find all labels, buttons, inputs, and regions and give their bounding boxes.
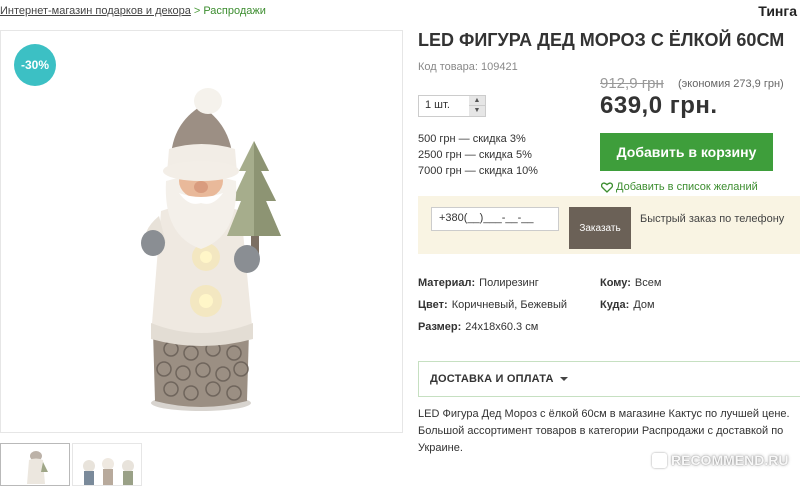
phone-input[interactable]: +380(__)___-__-__ [431, 207, 559, 231]
thumbnail-1[interactable] [0, 443, 70, 486]
sku-value: 109421 [480, 61, 518, 73]
saving-amount: (экономия 273,9 грн) [678, 78, 784, 90]
quick-order-panel: +380(__)___-__-__ Заказать Быстрый заказ… [418, 196, 800, 254]
property-label: Куда: [600, 299, 630, 311]
breadcrumb-category-link[interactable]: Распродажи [203, 5, 266, 17]
quick-order-button[interactable]: Заказать [569, 207, 631, 249]
quantity-decrease-button[interactable]: ▼ [469, 106, 485, 116]
product-image[interactable] [0, 30, 403, 433]
sku-label: Код товара: [418, 61, 478, 73]
discount-tier: 500 грн — скидка 3% [418, 133, 526, 145]
quantity-value[interactable]: 1 шт. [425, 99, 450, 111]
caret-down-icon [560, 377, 568, 381]
breadcrumb-separator: > [193, 5, 201, 17]
quantity-stepper[interactable]: 1 шт. ▲ ▼ [418, 95, 486, 117]
property-value: Полирезинг [479, 277, 539, 289]
product-sku: Код товара: 109421 [418, 61, 518, 73]
property-color: Цвет: Коричневый, Бежевый [418, 299, 567, 311]
discount-tier: 7000 грн — скидка 10% [418, 165, 538, 177]
discount-tier: 2500 грн — скидка 5% [418, 149, 532, 161]
old-price: 912,9 грн [600, 75, 664, 92]
property-recipient: Кому: Всем [600, 277, 661, 289]
add-to-wishlist-link[interactable]: Добавить в список желаний [601, 181, 758, 193]
watermark: RECOMMEND.RU [652, 452, 788, 468]
quantity-increase-button[interactable]: ▲ [469, 96, 485, 106]
santa-figure-illustration [141, 88, 281, 411]
current-price: 639,0 грн. [600, 92, 718, 119]
quantity-buttons: ▲ ▼ [469, 96, 485, 116]
property-label: Цвет: [418, 299, 448, 311]
property-value: Коричневый, Бежевый [451, 299, 567, 311]
property-label: Размер: [418, 321, 462, 333]
thumbnail-figures-image [83, 458, 134, 485]
add-to-cart-button[interactable]: Добавить в корзину [600, 133, 773, 171]
delivery-payment-tab[interactable]: ДОСТАВКА И ОПЛАТА [418, 361, 800, 397]
property-value: Дом [633, 299, 655, 311]
property-material: Материал: Полирезинг [418, 277, 539, 289]
property-value: 24x18x60.3 см [465, 321, 539, 333]
property-value: Всем [634, 277, 662, 289]
breadcrumb-home-link[interactable]: Интернет-магазин подарков и декора [0, 5, 191, 17]
product-title: LED ФИГУРА ДЕД МОРОЗ С ЁЛКОЙ 60СМ [418, 30, 785, 50]
recommend-logo-icon [652, 452, 667, 468]
delivery-tab-label: ДОСТАВКА И ОПЛАТА [430, 373, 554, 385]
thumbnail-2[interactable] [72, 443, 142, 486]
volume-discounts: 500 грн — скидка 3% 2500 грн — скидка 5%… [418, 131, 538, 179]
thumbnail-santa-image [27, 451, 48, 484]
watermark-text: RECOMMEND.RU [671, 452, 789, 468]
property-size: Размер: 24x18x60.3 см [418, 321, 538, 333]
product-description: LED Фигура Дед Мороз с ёлкой 60см в мага… [418, 408, 790, 454]
property-label: Кому: [600, 277, 631, 289]
heart-icon [601, 181, 613, 193]
discount-badge: -30% [14, 44, 56, 86]
quick-order-label: Быстрый заказ по телефону [640, 213, 785, 225]
property-label: Материал: [418, 277, 476, 289]
property-place: Куда: Дом [600, 299, 655, 311]
wishlist-label: Добавить в список желаний [616, 181, 758, 193]
breadcrumb: Интернет-магазин подарков и декора > Распр… [0, 5, 266, 17]
top-right-label: Тинга [758, 3, 797, 19]
